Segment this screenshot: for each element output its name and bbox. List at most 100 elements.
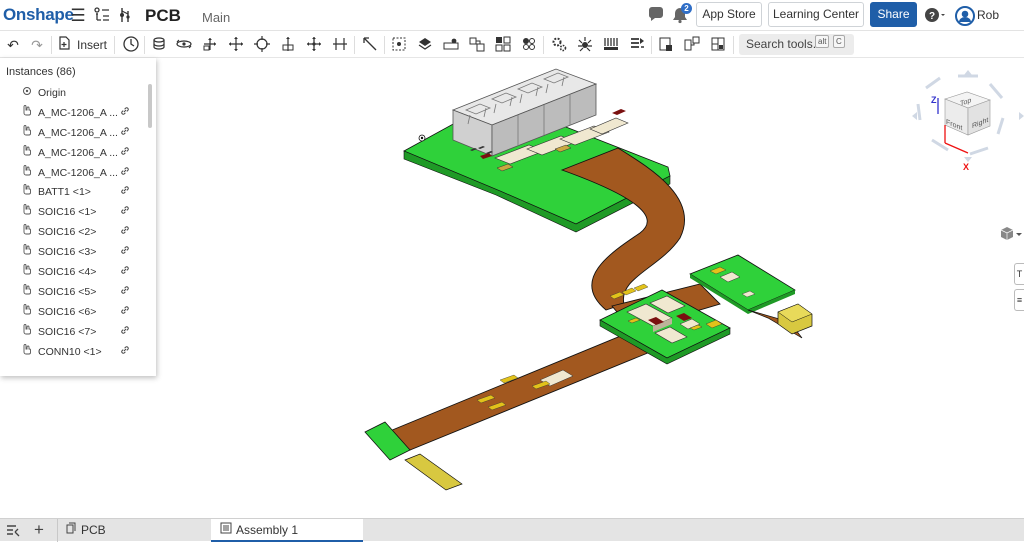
axis-x-label: X [963, 162, 970, 172]
part-icon [20, 283, 34, 303]
properties-panel-tab[interactable]: ≡ [1014, 289, 1024, 311]
link-icon[interactable] [119, 283, 131, 303]
version-graph-icon[interactable] [116, 6, 136, 26]
instance-row[interactable]: A_MC-1206_A ... [0, 164, 150, 184]
instance-label: A_MC-1206_A ... [38, 126, 118, 139]
learning-center-button[interactable]: Learning Center [768, 2, 864, 27]
group-icon[interactable] [415, 35, 435, 55]
share-button[interactable]: Share [870, 2, 917, 27]
instances-title: Instances (86) [6, 66, 76, 78]
add-tab-icon[interactable]: + [31, 521, 47, 538]
display-board[interactable] [403, 68, 671, 233]
part-icon [20, 223, 34, 243]
cylindrical-mate-icon[interactable] [252, 35, 272, 55]
menu-icon[interactable]: ☰ [68, 6, 88, 26]
instance-label: SOIC16 <6> [38, 305, 97, 318]
instance-row[interactable]: A_MC-1206_A ... [0, 124, 150, 144]
link-icon[interactable] [119, 223, 131, 243]
tab-pcb[interactable]: PCB [57, 519, 209, 542]
instance-label: A_MC-1206_A ... [38, 146, 118, 159]
link-icon[interactable] [119, 104, 131, 124]
circular-pattern-icon[interactable] [519, 35, 539, 55]
assembly-icon [219, 520, 233, 542]
mate-connector-icon[interactable] [389, 35, 409, 55]
instance-row[interactable]: BATT1 <1> [0, 183, 150, 203]
instance-list-scrollbar[interactable] [148, 84, 152, 128]
instance-row[interactable]: Origin [0, 84, 150, 104]
link-icon[interactable] [119, 263, 131, 283]
part-icon [20, 104, 34, 124]
instance-label: A_MC-1206_A ... [38, 166, 118, 179]
tab-assembly-1[interactable]: Assembly 1 [211, 519, 363, 542]
part-icon [20, 343, 34, 363]
redo-icon[interactable]: ↷ [27, 35, 47, 55]
instance-row[interactable]: A_MC-1206_A ... [0, 144, 150, 164]
parallel-mate-icon[interactable] [330, 35, 350, 55]
bom-icon[interactable] [627, 35, 647, 55]
gear-relation-icon[interactable] [441, 35, 461, 55]
workspace-name[interactable]: Main [202, 10, 230, 25]
fastened-mate-icon[interactable] [149, 35, 169, 55]
instance-row[interactable]: SOIC16 <5> [0, 283, 150, 303]
linear-pattern-icon[interactable] [493, 35, 513, 55]
tangent-mate-icon[interactable] [360, 35, 380, 55]
link-icon[interactable] [119, 203, 131, 223]
instance-row[interactable]: A_MC-1206_A ... [0, 104, 150, 124]
instance-row[interactable]: SOIC16 <3> [0, 243, 150, 263]
instance-label: SOIC16 <7> [38, 325, 97, 338]
link-icon[interactable] [119, 124, 131, 144]
help-icon[interactable]: ? [923, 6, 947, 26]
feature-list-icon[interactable] [92, 6, 112, 26]
shortcut-alt-key: alt [815, 35, 830, 48]
planar-mate-icon[interactable] [226, 35, 246, 55]
link-icon[interactable] [119, 343, 131, 363]
link-icon[interactable] [119, 164, 131, 184]
comments-icon[interactable] [646, 6, 666, 26]
app-store-button[interactable]: App Store [696, 2, 762, 27]
part-icon [20, 203, 34, 223]
appearance-panel-tab[interactable]: T [1014, 263, 1024, 285]
display-state-icon[interactable] [708, 35, 728, 55]
part-icon [20, 144, 34, 164]
part-studio-icon [64, 520, 78, 542]
undo-icon[interactable]: ↶ [3, 35, 23, 55]
replicate-icon[interactable] [656, 35, 676, 55]
revolute-mate-icon[interactable] [174, 35, 194, 55]
instance-row[interactable]: SOIC16 <6> [0, 303, 150, 323]
user-name[interactable]: Rob [977, 8, 999, 22]
instance-row[interactable]: CONN10 <1> [0, 343, 150, 363]
instance-row[interactable]: SOIC16 <4> [0, 263, 150, 283]
view-options-icon[interactable] [999, 226, 1023, 245]
ball-mate-icon[interactable] [304, 35, 324, 55]
mirror-icon[interactable] [682, 35, 702, 55]
pin-slot-mate-icon[interactable] [278, 35, 298, 55]
instance-label: SOIC16 <3> [38, 246, 97, 259]
user-avatar-icon[interactable] [955, 6, 975, 26]
link-icon[interactable] [119, 144, 131, 164]
svg-text:?: ? [929, 11, 935, 22]
settings-icon[interactable] [549, 35, 569, 55]
history-icon[interactable] [121, 35, 141, 55]
onshape-logo[interactable]: Onshape [3, 5, 74, 25]
tab-pcb-label: PCB [81, 523, 106, 537]
link-icon[interactable] [119, 183, 131, 203]
link-icon[interactable] [119, 303, 131, 323]
view-cube[interactable] [912, 70, 1024, 162]
instance-row[interactable]: SOIC16 <1> [0, 203, 150, 223]
rack-pinion-icon[interactable] [467, 35, 487, 55]
document-name[interactable]: PCB [145, 6, 181, 26]
insert-button[interactable]: Insert [77, 36, 107, 54]
named-positions-icon[interactable] [601, 35, 621, 55]
part-icon [20, 243, 34, 263]
instance-row[interactable]: SOIC16 <7> [0, 323, 150, 343]
link-icon[interactable] [119, 243, 131, 263]
tab-manager-icon[interactable] [5, 522, 21, 538]
instances-panel: Instances (86) Origin A_MC-1206_A ... A_MC… [0, 58, 156, 376]
instance-row[interactable]: SOIC16 <2> [0, 223, 150, 243]
slider-mate-icon[interactable] [200, 35, 220, 55]
instance-label: A_MC-1206_A ... [38, 106, 118, 119]
instance-label: SOIC16 <2> [38, 226, 97, 239]
insert-icon[interactable] [57, 35, 71, 55]
explode-icon[interactable] [575, 35, 595, 55]
link-icon[interactable] [119, 323, 131, 343]
